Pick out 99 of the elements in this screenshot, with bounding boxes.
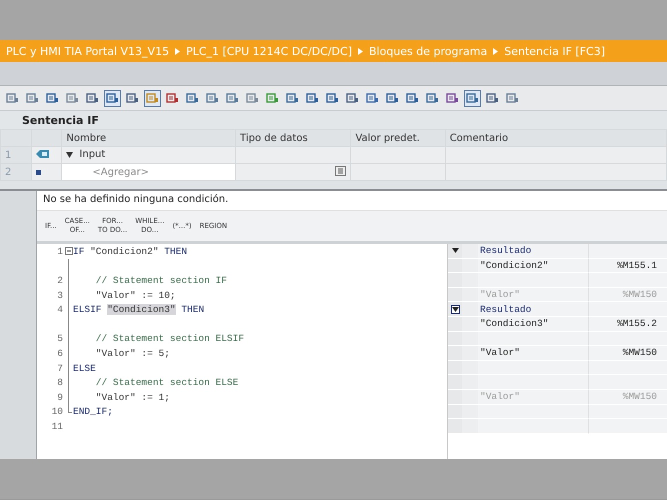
table-cell xyxy=(462,258,478,274)
line-number: 8 xyxy=(56,377,64,388)
table-cell xyxy=(462,273,478,288)
section-icon xyxy=(36,148,50,158)
tool-icon xyxy=(186,92,199,104)
tool-icon xyxy=(206,92,219,104)
tool-icon xyxy=(506,92,519,104)
table-cell xyxy=(448,390,462,405)
tool-icon xyxy=(386,92,399,104)
tool-icon xyxy=(406,92,419,104)
tool-icon xyxy=(486,92,499,104)
tool-icon xyxy=(126,92,139,104)
tool-icon xyxy=(266,92,279,104)
line-number: 4 xyxy=(56,304,64,316)
tool-icon xyxy=(106,92,119,104)
row-number: 1 xyxy=(0,146,32,164)
line-number: 1 xyxy=(56,246,64,257)
column-header: Comentario xyxy=(445,130,666,146)
tool-icon xyxy=(306,92,319,104)
tool-icon xyxy=(6,92,19,104)
code-line: ELSIF "Condicion3" THEN xyxy=(73,304,204,316)
table-cell xyxy=(462,316,478,332)
code-line: // Statement section ELSE xyxy=(94,377,238,388)
row-number: 2 xyxy=(0,164,32,180)
tool-icon xyxy=(86,92,99,104)
expand-arrow-icon[interactable] xyxy=(450,246,460,256)
operand-address: %MW150 xyxy=(589,390,667,405)
code-line: END_IF; xyxy=(73,406,113,418)
expand-arrow-icon[interactable] xyxy=(450,304,460,314)
code-line: // Statement section ELSIF xyxy=(94,333,244,344)
table-cell xyxy=(448,375,462,390)
expand-arrow-icon[interactable] xyxy=(66,152,74,158)
table-cell xyxy=(448,404,462,420)
operand-address: %M155.1 xyxy=(589,258,667,274)
result-label: Resultado xyxy=(478,302,589,317)
chevron-icon xyxy=(175,48,180,54)
code-line: ELSE xyxy=(73,362,96,374)
table-cell xyxy=(462,332,478,346)
block-title: Sentencia IF xyxy=(22,114,99,126)
line-number: 6 xyxy=(56,348,64,359)
code-line: IF "Condicion2" THEN xyxy=(73,246,188,257)
code-line: "Valor" := 10; xyxy=(94,290,176,301)
table-cell xyxy=(448,346,462,361)
operand-address: %MW150 xyxy=(589,288,667,302)
line-number: 2 xyxy=(56,274,64,286)
bullet-icon xyxy=(36,170,41,174)
operand-name: "Valor" xyxy=(478,346,589,361)
table-cell xyxy=(462,360,478,376)
table-cell xyxy=(462,419,478,434)
code-line: "Valor" := 1; xyxy=(94,392,170,403)
tool-icon xyxy=(326,92,339,104)
table-cell xyxy=(448,273,462,288)
code-line: "Valor" := 5; xyxy=(94,348,170,359)
toolbar-button[interactable] xyxy=(144,90,161,106)
collapse-icon[interactable] xyxy=(65,247,73,256)
table-cell xyxy=(462,288,478,302)
tool-icon xyxy=(166,92,179,104)
tool-icon xyxy=(66,92,79,104)
operand-address: %M155.2 xyxy=(589,316,667,332)
line-number: 9 xyxy=(56,392,64,403)
operand-name: "Valor" xyxy=(478,288,589,302)
line-number: 11 xyxy=(50,420,64,432)
toolbar-button[interactable] xyxy=(464,90,481,106)
table-cell xyxy=(462,390,478,405)
line-number: 3 xyxy=(56,290,64,301)
tool-icon xyxy=(426,92,439,104)
line-number: 7 xyxy=(56,362,64,374)
operand-address: %MW150 xyxy=(589,346,667,361)
table-cell xyxy=(448,332,462,346)
column-header: Nombre xyxy=(62,130,236,146)
operand-name: "Valor" xyxy=(478,390,589,405)
tool-icon xyxy=(366,92,379,104)
list-picker-icon[interactable] xyxy=(335,166,346,176)
operand-name: "Condicion3" xyxy=(478,316,589,332)
line-number: 10 xyxy=(50,406,64,418)
line-number: 5 xyxy=(56,333,64,344)
tool-icon xyxy=(246,92,259,104)
tool-icon xyxy=(226,92,239,104)
table-cell xyxy=(462,404,478,420)
table-cell xyxy=(462,375,478,390)
status-message: No se ha definido ninguna condición. xyxy=(43,194,228,205)
tool-icon xyxy=(146,92,159,104)
chevron-icon xyxy=(358,48,363,54)
column-header: Valor predet. xyxy=(350,130,446,146)
tool-icon xyxy=(446,92,459,104)
table-cell xyxy=(462,346,478,361)
column-header: Tipo de datos xyxy=(236,130,351,146)
tool-icon xyxy=(46,92,59,104)
chevron-icon xyxy=(493,48,498,54)
result-label: Resultado xyxy=(478,244,589,259)
tool-icon xyxy=(26,92,39,104)
code-line: // Statement section IF xyxy=(94,274,227,286)
tool-icon xyxy=(346,92,359,104)
section-name: Input xyxy=(79,149,106,160)
toolbar-button[interactable] xyxy=(104,90,121,106)
tool-icon xyxy=(286,92,299,104)
tool-icon xyxy=(466,92,479,104)
table-cell xyxy=(448,360,462,376)
operand-name: "Condicion2" xyxy=(478,258,589,274)
